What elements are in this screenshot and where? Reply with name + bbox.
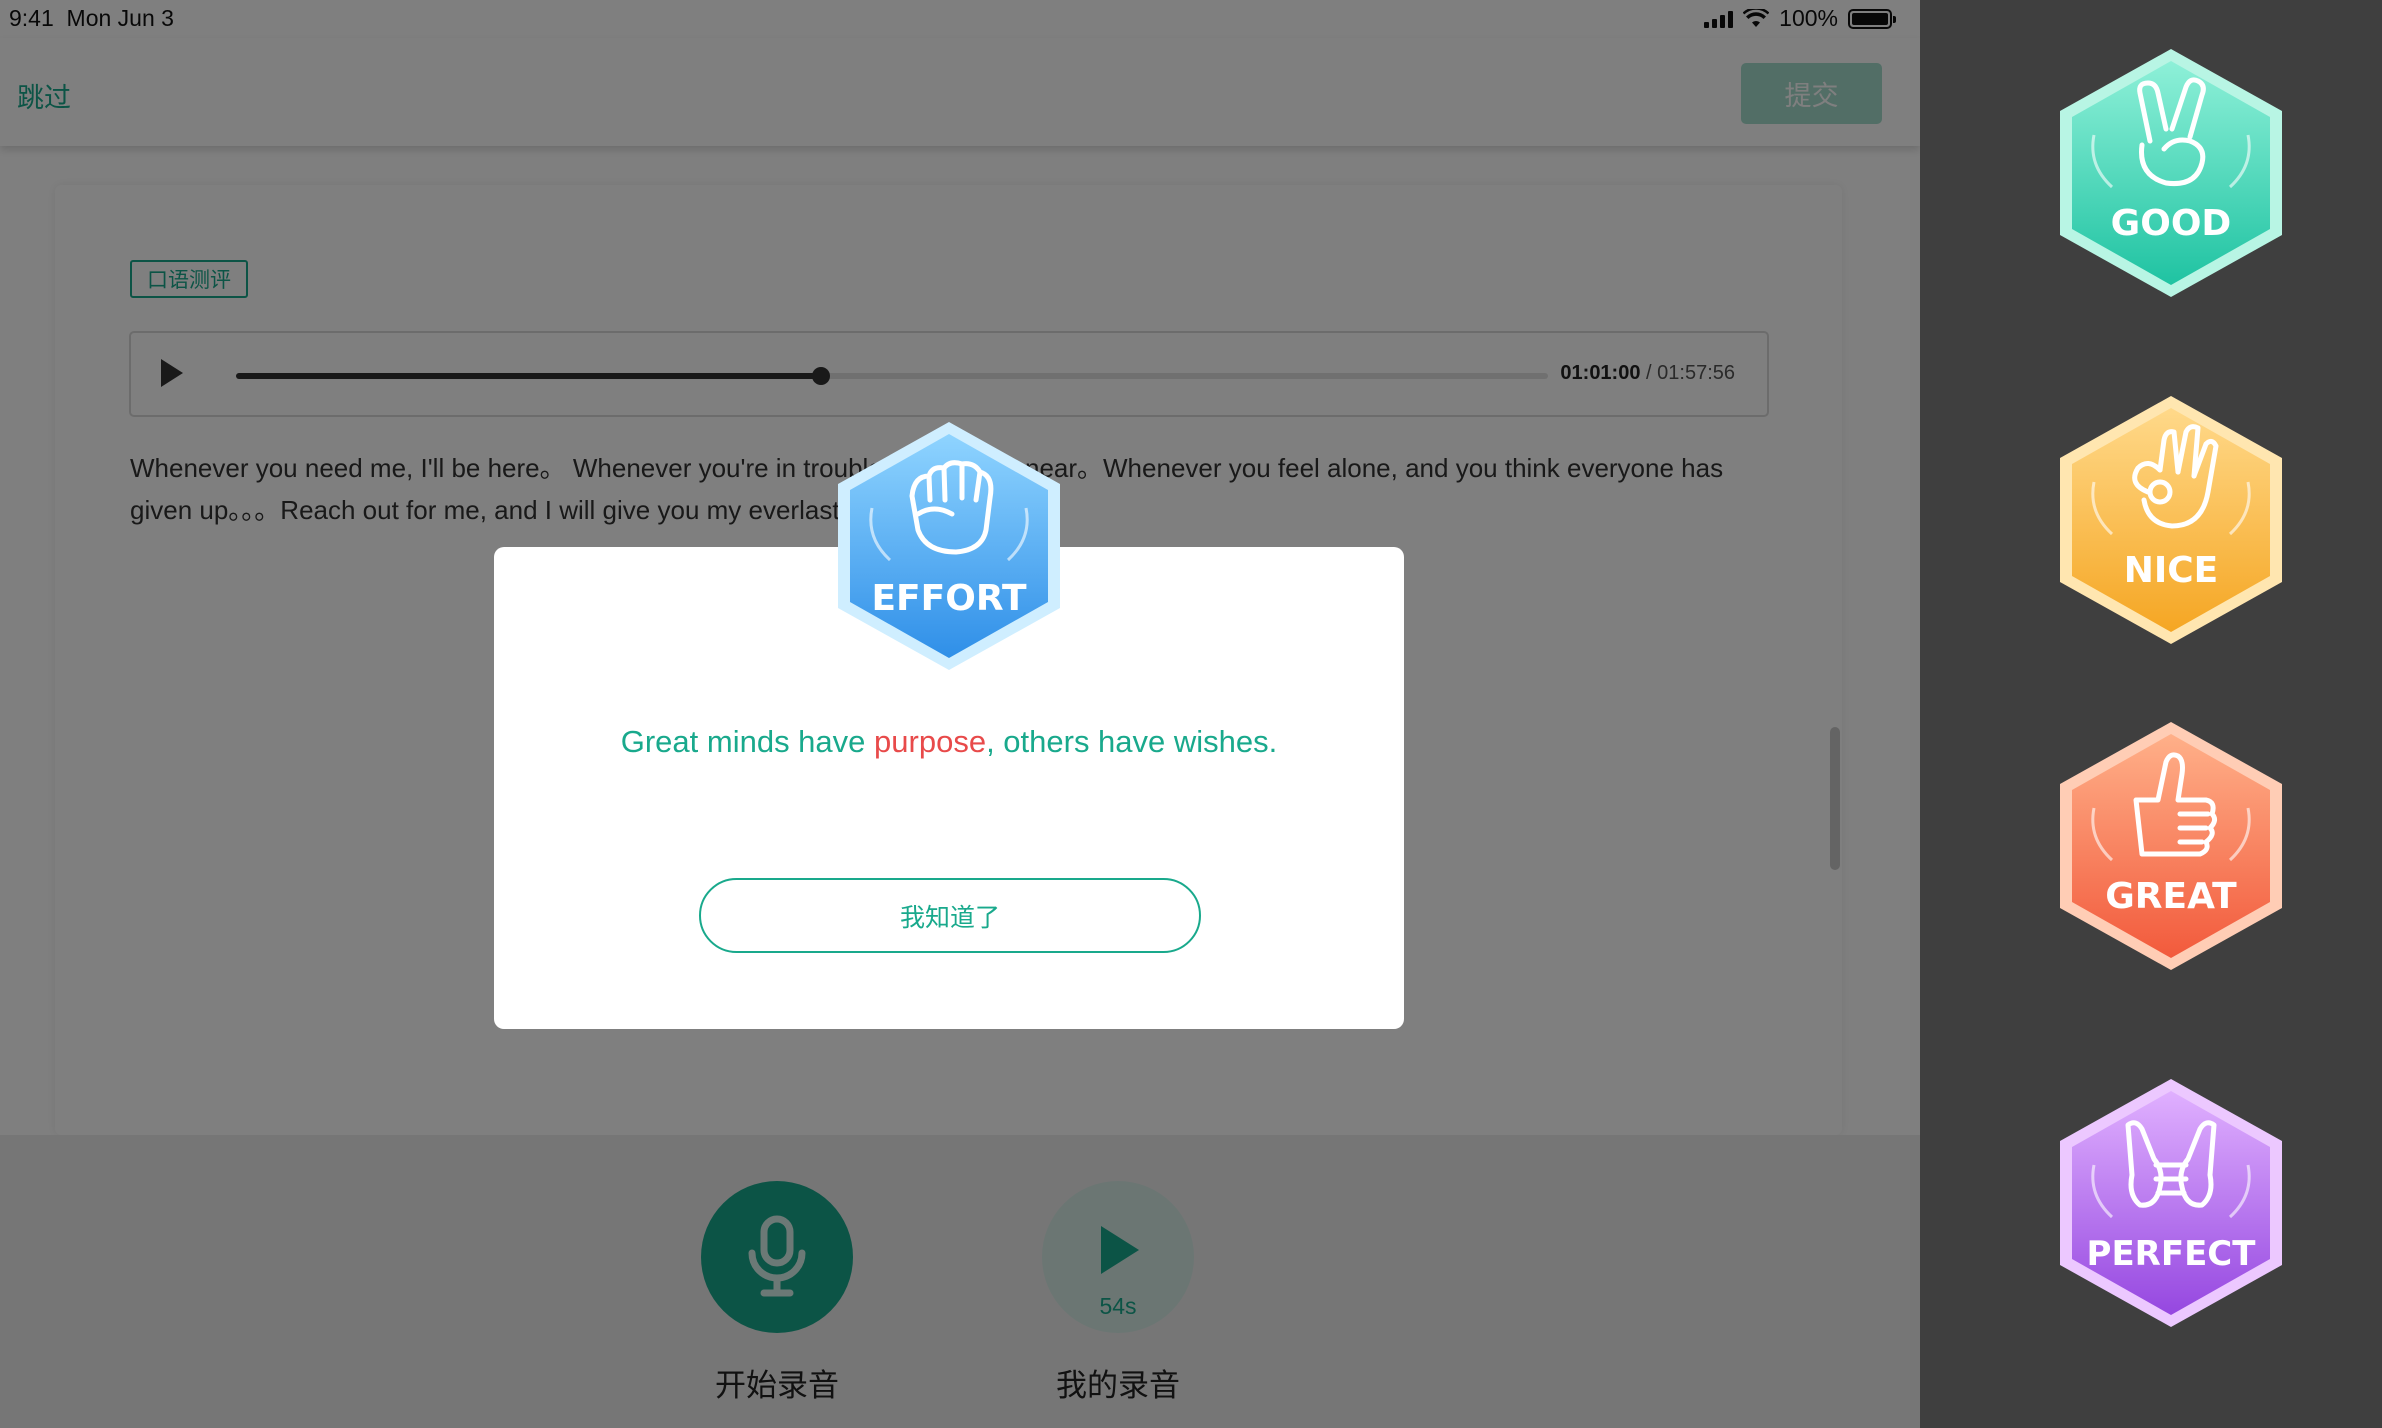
nice-badge-text: NICE xyxy=(2124,550,2219,591)
great-badge: GREAT xyxy=(2056,718,2286,974)
nice-badge: NICE xyxy=(2056,392,2286,648)
effort-badge-text: EFFORT xyxy=(871,578,1026,619)
motto-part-1: Great minds have xyxy=(620,724,875,759)
perfect-badge: PERFECT xyxy=(2056,1075,2286,1331)
great-badge-text: GREAT xyxy=(2105,876,2237,917)
perfect-badge-text: PERFECT xyxy=(2087,1234,2257,1274)
good-badge: GOOD xyxy=(2056,45,2286,301)
motto-text: Great minds have purpose, others have wi… xyxy=(494,724,1404,760)
motto-highlight: purpose xyxy=(874,724,987,759)
effort-badge: EFFORT xyxy=(834,418,1064,674)
got-it-button[interactable]: 我知道了 xyxy=(699,878,1201,953)
good-badge-text: GOOD xyxy=(2111,203,2232,244)
motto-part-2: , others have wishes. xyxy=(986,724,1278,759)
